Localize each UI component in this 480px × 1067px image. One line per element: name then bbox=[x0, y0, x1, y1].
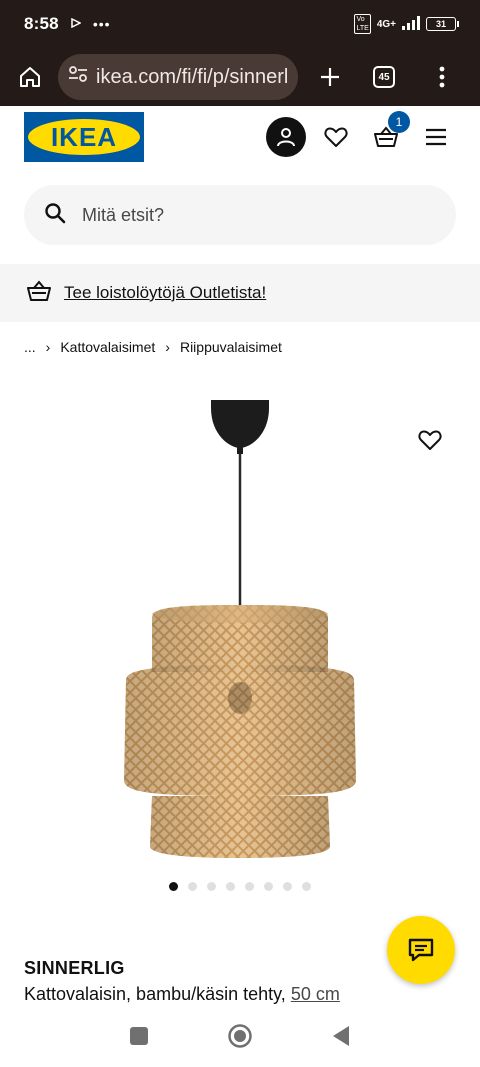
outlet-link[interactable]: Tee loistolöytöjä Outletista! bbox=[64, 283, 266, 303]
browser-toolbar: ikea.com/fi/fi/p/sinnerlig 45 bbox=[0, 48, 480, 106]
android-nav-bar bbox=[0, 1010, 480, 1067]
search-icon bbox=[44, 202, 66, 229]
site-header: IKEA 1 bbox=[0, 106, 480, 168]
product-name: SINNERLIG bbox=[24, 958, 125, 978]
user-icon bbox=[277, 128, 295, 147]
battery-level: 31 bbox=[435, 19, 446, 29]
basket-outline-icon bbox=[26, 279, 52, 307]
pagination-dot[interactable] bbox=[302, 882, 311, 891]
circle-icon bbox=[228, 1024, 252, 1048]
recents-button[interactable] bbox=[129, 1026, 149, 1051]
pagination-dot[interactable] bbox=[226, 882, 235, 891]
chat-button[interactable] bbox=[387, 916, 455, 984]
more-notifications-icon: ••• bbox=[92, 16, 111, 32]
product-image[interactable] bbox=[0, 380, 480, 870]
outlet-banner: Tee loistolöytöjä Outletista! bbox=[0, 264, 480, 322]
site-settings-icon[interactable] bbox=[68, 65, 88, 89]
triangle-back-icon bbox=[333, 1026, 349, 1046]
cart-badge: 1 bbox=[388, 111, 410, 133]
pagination-dot[interactable] bbox=[245, 882, 254, 891]
pagination-dot[interactable] bbox=[169, 882, 178, 891]
new-tab-icon[interactable] bbox=[312, 59, 348, 95]
home-button[interactable] bbox=[227, 1023, 253, 1054]
pagination-dot[interactable] bbox=[283, 882, 292, 891]
pagination-dot[interactable] bbox=[264, 882, 273, 891]
menu-kebab-icon[interactable] bbox=[424, 59, 460, 95]
heart-icon bbox=[418, 430, 442, 450]
logo-oval: IKEA bbox=[28, 119, 140, 155]
chat-icon bbox=[408, 938, 434, 962]
pagination-dot[interactable] bbox=[207, 882, 216, 891]
back-button[interactable] bbox=[331, 1025, 351, 1052]
address-bar[interactable]: ikea.com/fi/fi/p/sinnerlig bbox=[58, 54, 298, 100]
tab-count: 45 bbox=[373, 66, 395, 88]
search-input[interactable] bbox=[82, 204, 402, 226]
breadcrumb-item-pendant-lamps[interactable]: Riippuvalaisimet bbox=[180, 339, 282, 355]
status-time: 8:58 bbox=[24, 14, 59, 33]
hamburger-menu-button[interactable] bbox=[416, 117, 456, 157]
product-description-text: Kattovalaisin, bambu/käsin tehty, bbox=[24, 984, 286, 1004]
battery-icon: 31 bbox=[426, 17, 459, 31]
breadcrumb: ... › Kattovalaisimet › Riippuvalaisimet bbox=[24, 339, 282, 355]
add-to-favourites-button[interactable] bbox=[412, 422, 448, 458]
home-icon[interactable] bbox=[12, 59, 48, 95]
image-pagination bbox=[0, 882, 480, 891]
network-type: 4G+ bbox=[376, 18, 396, 30]
volte-icon: Vo LTE bbox=[354, 14, 371, 34]
cart-button[interactable]: 1 bbox=[366, 111, 410, 157]
logo-text: IKEA bbox=[50, 121, 118, 152]
heart-icon bbox=[324, 127, 348, 147]
wishlist-button[interactable] bbox=[316, 117, 356, 157]
url-text: ikea.com/fi/fi/p/sinnerlig bbox=[96, 65, 288, 88]
pagination-dot[interactable] bbox=[188, 882, 197, 891]
chevron-right-icon: › bbox=[165, 339, 170, 355]
search-bar[interactable] bbox=[24, 185, 456, 245]
square-icon bbox=[130, 1027, 148, 1045]
signal-icon bbox=[402, 15, 420, 33]
breadcrumb-ellipsis[interactable]: ... bbox=[24, 339, 36, 355]
tab-switcher-button[interactable]: 45 bbox=[366, 59, 402, 95]
chevron-right-icon: › bbox=[45, 339, 51, 355]
play-icon bbox=[71, 15, 82, 33]
product-size-link[interactable]: 50 cm bbox=[291, 984, 340, 1004]
ikea-logo[interactable]: IKEA bbox=[24, 112, 144, 162]
product-description: Kattovalaisin, bambu/käsin tehty, 50 cm bbox=[24, 984, 340, 1005]
profile-button[interactable] bbox=[266, 117, 306, 157]
status-bar: 8:58 ••• Vo LTE 4G+ 31 bbox=[0, 0, 480, 48]
breadcrumb-item-ceiling-lamps[interactable]: Kattovalaisimet bbox=[60, 339, 155, 355]
menu-icon bbox=[426, 128, 446, 146]
